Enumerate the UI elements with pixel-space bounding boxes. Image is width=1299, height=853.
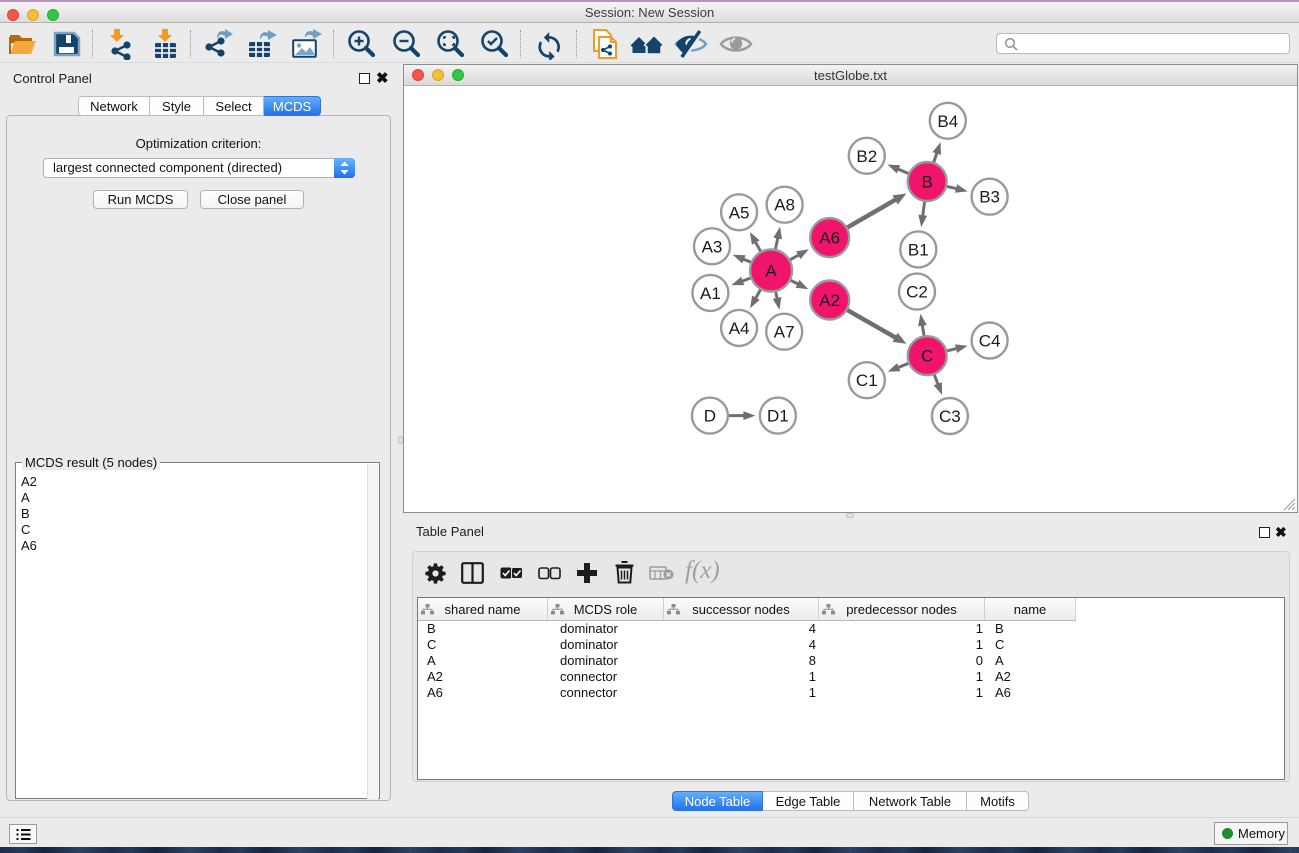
svg-text:B: B (922, 173, 933, 192)
svg-text:A5: A5 (729, 203, 750, 222)
svg-text:C: C (921, 347, 933, 366)
svg-text:B1: B1 (908, 240, 929, 259)
svg-text:D1: D1 (767, 407, 789, 426)
svg-text:A4: A4 (729, 319, 750, 338)
svg-text:A8: A8 (774, 196, 795, 215)
svg-text:C2: C2 (906, 283, 928, 302)
svg-text:C3: C3 (939, 407, 961, 426)
svg-text:D: D (704, 407, 716, 426)
svg-text:A: A (765, 262, 777, 281)
svg-text:C1: C1 (856, 371, 878, 390)
svg-text:A7: A7 (774, 323, 795, 342)
svg-text:B2: B2 (856, 147, 877, 166)
svg-text:A3: A3 (702, 237, 723, 256)
svg-text:A2: A2 (819, 291, 840, 310)
svg-text:B4: B4 (937, 112, 958, 131)
svg-text:A6: A6 (819, 229, 840, 248)
svg-text:A1: A1 (700, 284, 721, 303)
svg-text:B3: B3 (979, 188, 1000, 207)
svg-text:C4: C4 (979, 332, 1001, 351)
